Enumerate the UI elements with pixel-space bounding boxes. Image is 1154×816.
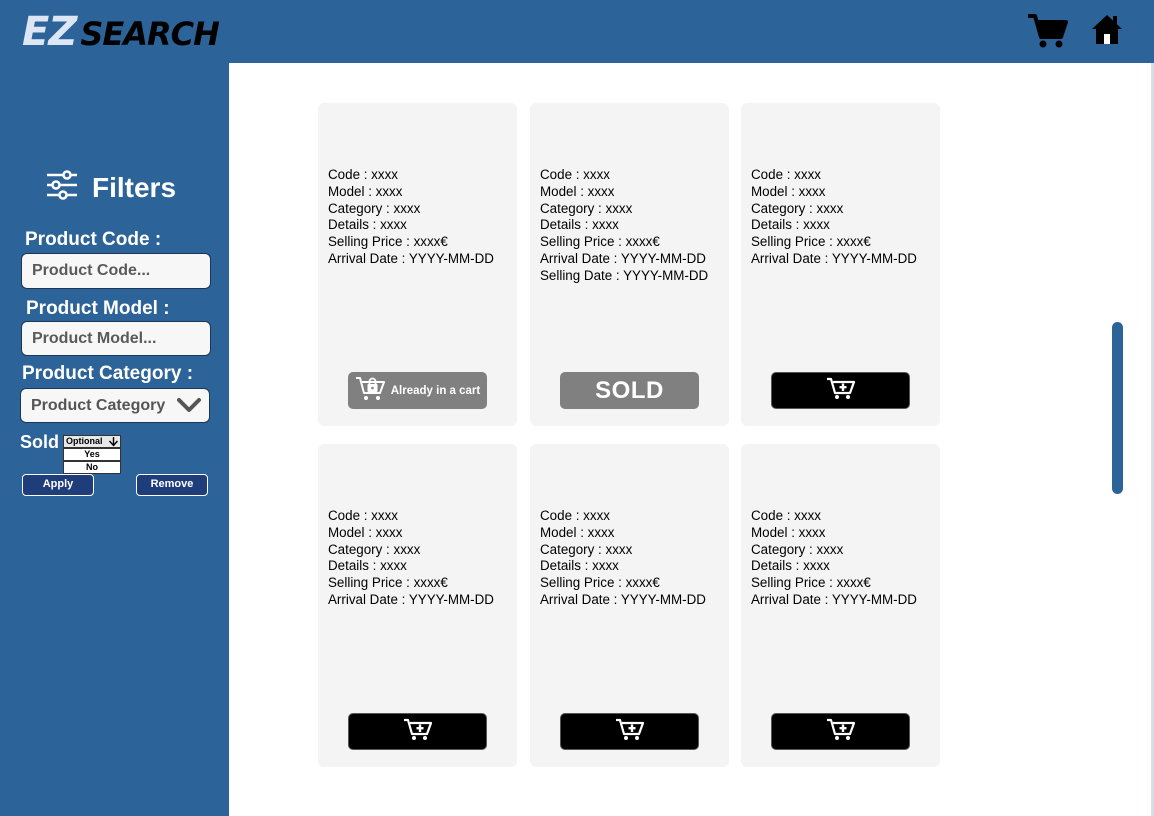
add-to-cart-button[interactable]	[771, 713, 910, 750]
product-selling-price: Selling Price : xxxx€	[328, 234, 448, 250]
product-code-input[interactable]	[21, 253, 211, 289]
add-to-cart-icon	[826, 376, 856, 405]
sold-option-no[interactable]: No	[63, 461, 121, 474]
product-model-input[interactable]	[21, 321, 211, 356]
product-category: Category : xxxx	[328, 541, 421, 557]
home-icon[interactable]	[1090, 13, 1124, 51]
product-category: Category : xxxx	[328, 200, 421, 216]
sold-button: SOLD	[560, 372, 699, 409]
product-card: Code : xxxx Model : xxxx Category : xxxx…	[741, 444, 940, 767]
product-model: Model : xxxx	[328, 524, 403, 540]
product-model: Model : xxxx	[540, 183, 615, 199]
sold-dropdown[interactable]: Optional Yes No	[63, 435, 121, 474]
add-to-cart-icon	[403, 717, 433, 746]
add-to-cart-button[interactable]	[348, 713, 487, 750]
product-arrival-date: Arrival Date : YYYY-MM-DD	[751, 591, 917, 607]
cart-icon[interactable]	[1026, 12, 1068, 55]
add-to-cart-icon	[615, 717, 645, 746]
product-info: Code : xxxx Model : xxxx Category : xxxx…	[328, 508, 494, 609]
product-model: Model : xxxx	[751, 524, 826, 540]
product-info: Code : xxxx Model : xxxx Category : xxxx…	[540, 167, 708, 285]
product-category-value: Product Category	[31, 396, 166, 414]
product-selling-price: Selling Price : xxxx€	[751, 575, 871, 591]
arrow-down-icon	[108, 436, 119, 450]
product-details: Details : xxxx	[751, 558, 830, 574]
product-code-label: Product Code :	[25, 229, 162, 250]
app-logo[interactable]: EZ SEARCH	[22, 9, 220, 55]
product-selling-price: Selling Price : xxxx€	[328, 575, 448, 591]
product-category: Category : xxxx	[751, 541, 844, 557]
product-model-label: Product Model :	[26, 298, 170, 319]
product-selling-price: Selling Price : xxxx€	[540, 234, 660, 250]
product-arrival-date: Arrival Date : YYYY-MM-DD	[540, 591, 706, 607]
product-code: Code : xxxx	[328, 167, 398, 182]
filters-heading: Filters	[46, 170, 176, 205]
product-code: Code : xxxx	[540, 167, 610, 182]
locked-cart-icon	[355, 375, 387, 406]
sold-option-optional[interactable]: Optional	[63, 435, 121, 448]
product-selling-price: Selling Price : xxxx€	[751, 234, 871, 250]
product-selling-price: Selling Price : xxxx€	[540, 575, 660, 591]
add-to-cart-icon	[826, 717, 856, 746]
product-details: Details : xxxx	[540, 558, 619, 574]
product-details: Details : xxxx	[751, 217, 830, 233]
product-info: Code : xxxx Model : xxxx Category : xxxx…	[751, 167, 917, 268]
sliders-icon	[46, 170, 78, 205]
product-category: Category : xxxx	[540, 541, 633, 557]
sold-label: Sold	[20, 432, 59, 452]
product-code: Code : xxxx	[540, 508, 610, 523]
product-model: Model : xxxx	[751, 183, 826, 199]
product-arrival-date: Arrival Date : YYYY-MM-DD	[328, 591, 494, 607]
product-card: Code : xxxx Model : xxxx Category : xxxx…	[741, 103, 940, 426]
product-grid-area: Code : xxxx Model : xxxx Category : xxxx…	[229, 63, 1151, 816]
remove-button[interactable]: Remove	[136, 474, 208, 496]
product-arrival-date: Arrival Date : YYYY-MM-DD	[328, 250, 494, 266]
product-card: Code : xxxx Model : xxxx Category : xxxx…	[318, 103, 517, 426]
product-code: Code : xxxx	[328, 508, 398, 523]
product-arrival-date: Arrival Date : YYYY-MM-DD	[751, 250, 917, 266]
product-card: Code : xxxx Model : xxxx Category : xxxx…	[318, 444, 517, 767]
product-details: Details : xxxx	[328, 558, 407, 574]
product-selling-date: Selling Date : YYYY-MM-DD	[540, 267, 709, 283]
product-card: Code : xxxx Model : xxxx Category : xxxx…	[530, 103, 729, 426]
product-model: Model : xxxx	[328, 183, 403, 199]
product-details: Details : xxxx	[328, 217, 407, 233]
filters-sidebar: Filters Product Code : Product Model : P…	[0, 63, 229, 816]
product-code: Code : xxxx	[751, 508, 821, 523]
filters-title: Filters	[92, 171, 177, 203]
add-to-cart-button[interactable]	[560, 713, 699, 750]
product-details: Details : xxxx	[540, 217, 619, 233]
app-header: EZ SEARCH	[0, 0, 1154, 63]
already-in-cart-button: Already in a cart	[348, 372, 487, 409]
add-to-cart-button[interactable]	[771, 372, 910, 409]
logo-ez-text: EZ	[22, 9, 77, 55]
product-info: Code : xxxx Model : xxxx Category : xxxx…	[328, 167, 494, 268]
already-in-cart-label: Already in a cart	[390, 384, 481, 397]
product-code: Code : xxxx	[751, 167, 821, 182]
apply-button[interactable]: Apply	[22, 474, 94, 496]
vertical-scrollbar[interactable]	[1112, 322, 1123, 494]
product-category: Category : xxxx	[751, 200, 844, 216]
product-info: Code : xxxx Model : xxxx Category : xxxx…	[540, 508, 706, 609]
product-card: Code : xxxx Model : xxxx Category : xxxx…	[530, 444, 729, 767]
chevron-down-icon	[177, 397, 201, 418]
product-category: Category : xxxx	[540, 200, 633, 216]
product-category-select[interactable]: Product Category	[20, 388, 210, 423]
sold-label: SOLD	[595, 376, 664, 404]
product-model: Model : xxxx	[540, 524, 615, 540]
product-category-label: Product Category :	[22, 363, 194, 384]
product-info: Code : xxxx Model : xxxx Category : xxxx…	[751, 508, 917, 609]
product-arrival-date: Arrival Date : YYYY-MM-DD	[540, 250, 706, 266]
logo-search-text: SEARCH	[80, 15, 220, 53]
